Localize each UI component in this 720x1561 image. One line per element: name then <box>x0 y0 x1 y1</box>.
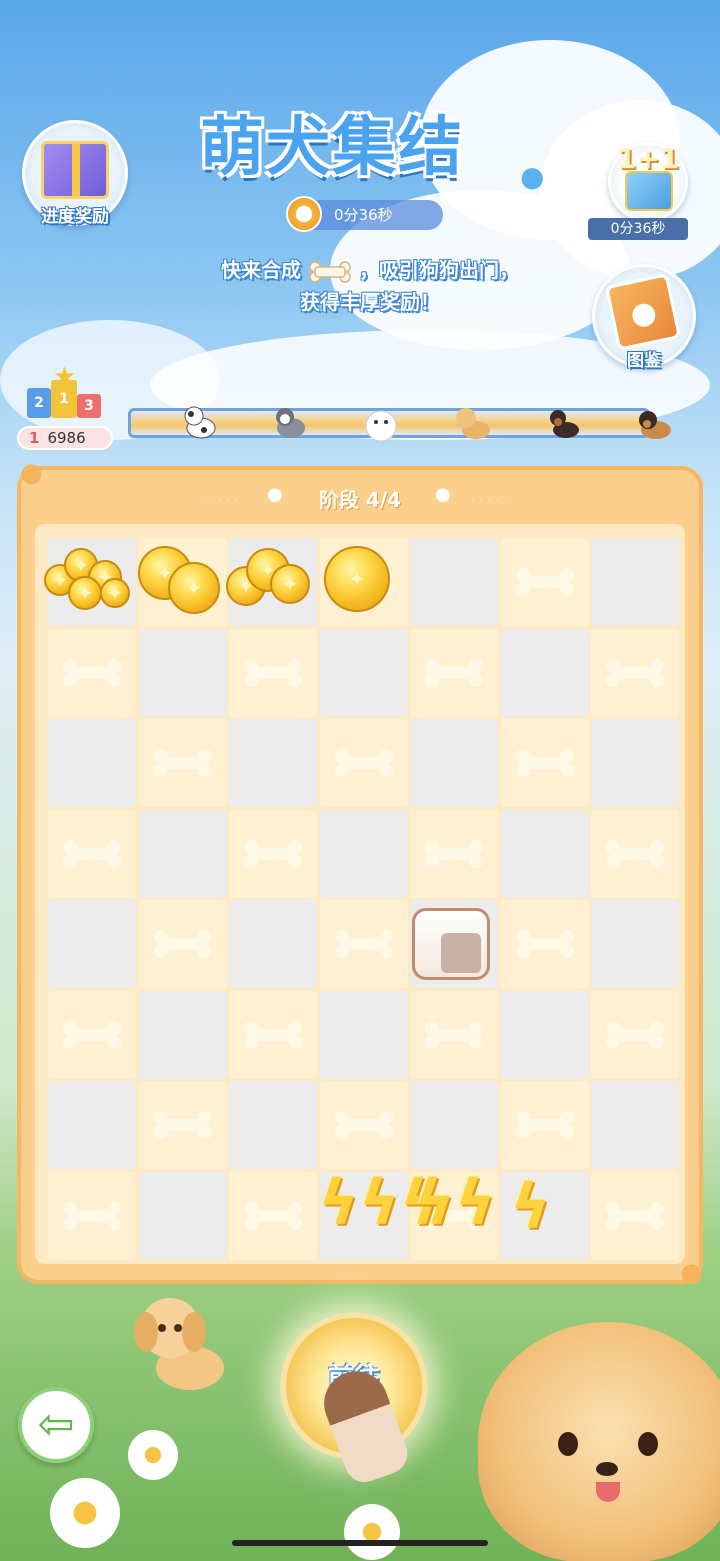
energy-single[interactable]: ϟ <box>510 1170 551 1243</box>
board-cell[interactable] <box>410 809 498 898</box>
stage-label: 阶段 4/4 <box>318 488 402 512</box>
board-cell[interactable] <box>591 1171 679 1260</box>
board-cell[interactable] <box>591 900 679 988</box>
bonus-badge: 1+1 <box>616 142 680 175</box>
board-cell[interactable] <box>591 990 679 1079</box>
board-cell[interactable] <box>500 628 589 717</box>
board-cell[interactable] <box>138 1081 227 1169</box>
board-cell[interactable] <box>138 990 227 1079</box>
daisy-flower <box>344 1504 400 1560</box>
podium-1: 1 <box>51 380 77 418</box>
samoyed-dog-icon <box>365 410 397 442</box>
podium-3: 3 <box>77 394 101 418</box>
board-cell[interactable] <box>138 1171 227 1260</box>
subtitle-line1: 快来合成 ，吸引狗狗出门， <box>190 254 550 283</box>
score-value: 6986 <box>47 429 86 447</box>
board-cell[interactable] <box>229 628 317 717</box>
gift-icon <box>41 141 109 199</box>
board-cell[interactable] <box>500 1081 589 1169</box>
board-cell[interactable] <box>591 628 679 717</box>
puppy-small <box>134 1298 224 1390</box>
bonus-timer: 0分36秒 <box>588 218 688 240</box>
board-cell[interactable] <box>500 809 589 898</box>
husky-dog-icon <box>276 408 305 438</box>
paw-icon: ● <box>435 484 451 505</box>
golden-puppy-mascot <box>478 1322 720 1561</box>
board-cell[interactable] <box>410 719 498 807</box>
home-indicator <box>232 1540 488 1546</box>
coin-pair[interactable] <box>136 540 224 620</box>
subtitle-text-b: ，吸引狗狗出门， <box>358 258 519 282</box>
board-cell[interactable] <box>229 990 317 1079</box>
machine-window <box>441 933 481 973</box>
board-cell[interactable] <box>319 900 408 988</box>
board-cell[interactable] <box>138 628 227 717</box>
paw-icon: ● <box>680 1258 703 1288</box>
daisy-flower <box>128 1430 178 1480</box>
board-cell[interactable] <box>229 719 317 807</box>
board-cell[interactable] <box>229 1081 317 1169</box>
stage-dots-right: ····· <box>471 496 514 505</box>
board-cell[interactable] <box>319 990 408 1079</box>
board-cell[interactable] <box>591 538 679 626</box>
paw-icon: ● <box>20 458 43 488</box>
rank-score: 1 6986 <box>17 426 113 450</box>
board-cell[interactable] <box>138 809 227 898</box>
leaderboard-button[interactable]: ★ 2 1 3 <box>25 362 105 424</box>
board-cell[interactable] <box>500 538 589 626</box>
board-cell[interactable] <box>48 628 136 717</box>
board-cell[interactable] <box>500 900 589 988</box>
board-cell[interactable] <box>591 809 679 898</box>
board-cell[interactable] <box>48 990 136 1079</box>
board-cell[interactable] <box>319 1081 408 1169</box>
board-cell[interactable] <box>319 809 408 898</box>
energy-double[interactable]: ϟϟ <box>414 1166 496 1239</box>
board-cell[interactable] <box>500 990 589 1079</box>
rank-position: 1 <box>29 429 40 447</box>
board-cell[interactable] <box>410 1081 498 1169</box>
board-cell[interactable] <box>48 900 136 988</box>
board-cell[interactable] <box>48 1171 136 1260</box>
golden-dog-icon <box>456 408 490 439</box>
coin-pile-large[interactable] <box>44 540 132 620</box>
clock-icon <box>286 196 322 232</box>
podium-2: 2 <box>27 388 51 418</box>
board-cell[interactable] <box>410 990 498 1079</box>
doberman-dog-icon <box>550 410 579 438</box>
subtitle-text-a: 快来合成 <box>221 258 302 282</box>
game-title: 萌犬集结 <box>200 111 464 185</box>
board-cell[interactable] <box>500 719 589 807</box>
coin-stack[interactable] <box>224 540 312 620</box>
board-cell[interactable] <box>591 1081 679 1169</box>
shepherd-dog-icon <box>639 411 671 439</box>
board-cell[interactable] <box>591 719 679 807</box>
board-cell[interactable] <box>319 628 408 717</box>
paw-icon: ● <box>520 160 545 193</box>
back-arrow-icon: ⇦ <box>37 1399 75 1450</box>
treat-machine[interactable] <box>412 908 490 980</box>
board-grid <box>35 524 685 1264</box>
board-cell[interactable] <box>229 809 317 898</box>
board-cell[interactable] <box>48 1081 136 1169</box>
progress-reward-label: 进度奖励 <box>41 207 109 227</box>
board-cell[interactable] <box>48 809 136 898</box>
board-cell[interactable] <box>319 719 408 807</box>
gift-icon <box>625 171 673 211</box>
dalmatian-dog-icon <box>184 406 216 439</box>
board-cell[interactable] <box>138 900 227 988</box>
board-cell[interactable] <box>138 719 227 807</box>
board-cell[interactable] <box>410 538 498 626</box>
board-cell[interactable] <box>229 900 317 988</box>
board-cell[interactable] <box>48 719 136 807</box>
coin-single[interactable] <box>316 540 404 620</box>
bone-icon <box>308 260 352 283</box>
daisy-flower <box>50 1478 120 1548</box>
board-cell[interactable] <box>410 628 498 717</box>
paw-book-icon: ● <box>604 273 682 351</box>
board-cell[interactable] <box>229 1171 317 1260</box>
back-button[interactable]: ⇦ <box>18 1387 94 1463</box>
album-label: 图鉴 <box>627 351 661 371</box>
subtitle-line2: 获得丰厚奖励！ <box>300 290 440 314</box>
